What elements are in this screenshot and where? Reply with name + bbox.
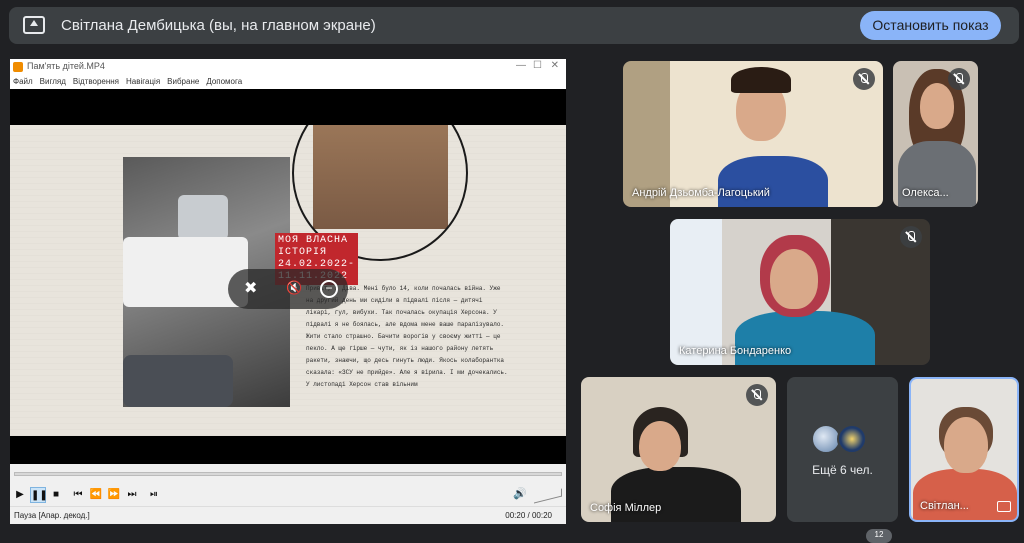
participant-name: Світлан... [920, 500, 969, 512]
more-participants-tile[interactable]: Ещё 6 чел. [787, 377, 898, 522]
car-shape [178, 195, 228, 240]
frame-step-icon[interactable]: ⏯ [146, 487, 162, 503]
player-statusbar: Пауза [Апар. декод.] 00:20 / 00:20 [10, 506, 566, 524]
participant-hair [731, 67, 791, 93]
presentation-title: Світлана Дембицька (вы, на главном экран… [61, 17, 376, 34]
participant-tile[interactable]: Катерина Бондаренко [670, 219, 930, 365]
playback-controls: ▶ ❚❚ ■ ⏮ ⏪ ⏩ ⏭ ⏯ 🔊 [10, 484, 566, 506]
skip-next-icon[interactable]: ⏭ [124, 487, 140, 503]
player-titlebar: Пам'ять дітей.MP4 — ☐ ✕ [10, 59, 566, 75]
present-to-all-icon [23, 16, 45, 34]
close-icon[interactable]: ✕ [551, 60, 559, 71]
participant-count-badge: 12 [866, 529, 892, 543]
participant-face [944, 417, 988, 473]
stop-presenting-button[interactable]: Остановить показ [860, 11, 1001, 40]
participant-body [913, 469, 1017, 520]
media-player-window: Пам'ять дітей.MP4 — ☐ ✕ Файл Вигляд Відт… [10, 59, 566, 524]
mic-off-icon [900, 226, 922, 248]
maximize-icon[interactable]: ☐ [533, 60, 542, 71]
menu-help[interactable]: Допомога [206, 75, 242, 89]
volume-icon[interactable]: 🔊 [513, 487, 527, 500]
rewind-icon[interactable]: ⏪ [88, 487, 104, 503]
seek-track[interactable] [14, 472, 562, 476]
player-menubar: Файл Вигляд Відтворення Навігація Вибран… [10, 75, 566, 89]
zoom-out-icon[interactable]: − [320, 280, 338, 298]
presentation-bar: Світлана Дембицька (вы, на главном экран… [9, 7, 1019, 44]
minimize-icon[interactable]: — [516, 60, 526, 71]
label-line: ІСТОРІЯ [278, 247, 328, 258]
avatar [837, 424, 867, 454]
participant-face [920, 83, 954, 129]
menu-playback[interactable]: Відтворення [73, 75, 119, 89]
participant-face [770, 249, 818, 309]
stop-icon[interactable]: ■ [48, 487, 64, 503]
playback-time: 00:20 / 00:20 [505, 511, 552, 520]
participant-name: Катерина Бондаренко [679, 345, 792, 357]
more-participants-label: Ещё 6 чел. [812, 463, 873, 477]
participant-name: Софія Міллер [590, 502, 662, 514]
participant-tile[interactable]: Олекса... [893, 61, 978, 207]
volume-slider[interactable] [534, 488, 562, 504]
participant-body [718, 156, 828, 207]
label-line: МОЯ ВЛАСНА [278, 235, 349, 246]
menu-navigation[interactable]: Навігація [126, 75, 160, 89]
mic-off-icon [746, 384, 768, 406]
menu-favorites[interactable]: Вибране [167, 75, 199, 89]
seek-bar[interactable] [10, 464, 566, 484]
fast-forward-icon[interactable]: ⏩ [106, 487, 122, 503]
mic-off-icon [853, 68, 875, 90]
play-icon[interactable]: ▶ [12, 487, 28, 503]
video-frame[interactable]: МОЯ ВЛАСНА ІСТОРІЯ 24.02.2022- 11.11.202… [10, 125, 566, 436]
mic-off-icon [948, 68, 970, 90]
participant-tile[interactable]: Андрій Дзьомба-Лагоцький [623, 61, 883, 207]
participant-face [639, 421, 681, 471]
picture-in-picture-icon[interactable] [997, 501, 1011, 512]
mute-icon[interactable]: 🔇 [286, 280, 302, 296]
menu-file[interactable]: Файл [13, 75, 33, 89]
player-app-icon [13, 62, 23, 72]
participant-name: Андрій Дзьомба-Лагоцький [632, 187, 770, 199]
pause-icon[interactable]: ❚❚ [30, 487, 48, 503]
skip-previous-icon[interactable]: ⏮ [70, 487, 86, 503]
playback-status: Пауза [Апар. декод.] [14, 511, 90, 520]
unpin-icon[interactable]: ✖ [244, 278, 257, 298]
self-tile[interactable]: Світлан... [909, 377, 1019, 522]
player-window-title: Пам'ять дітей.MP4 [27, 61, 105, 71]
dark-car-shape [123, 355, 233, 407]
menu-view[interactable]: Вигляд [40, 75, 66, 89]
participant-tile[interactable]: Софія Міллер [581, 377, 776, 522]
participant-name: Олекса... [902, 187, 949, 199]
